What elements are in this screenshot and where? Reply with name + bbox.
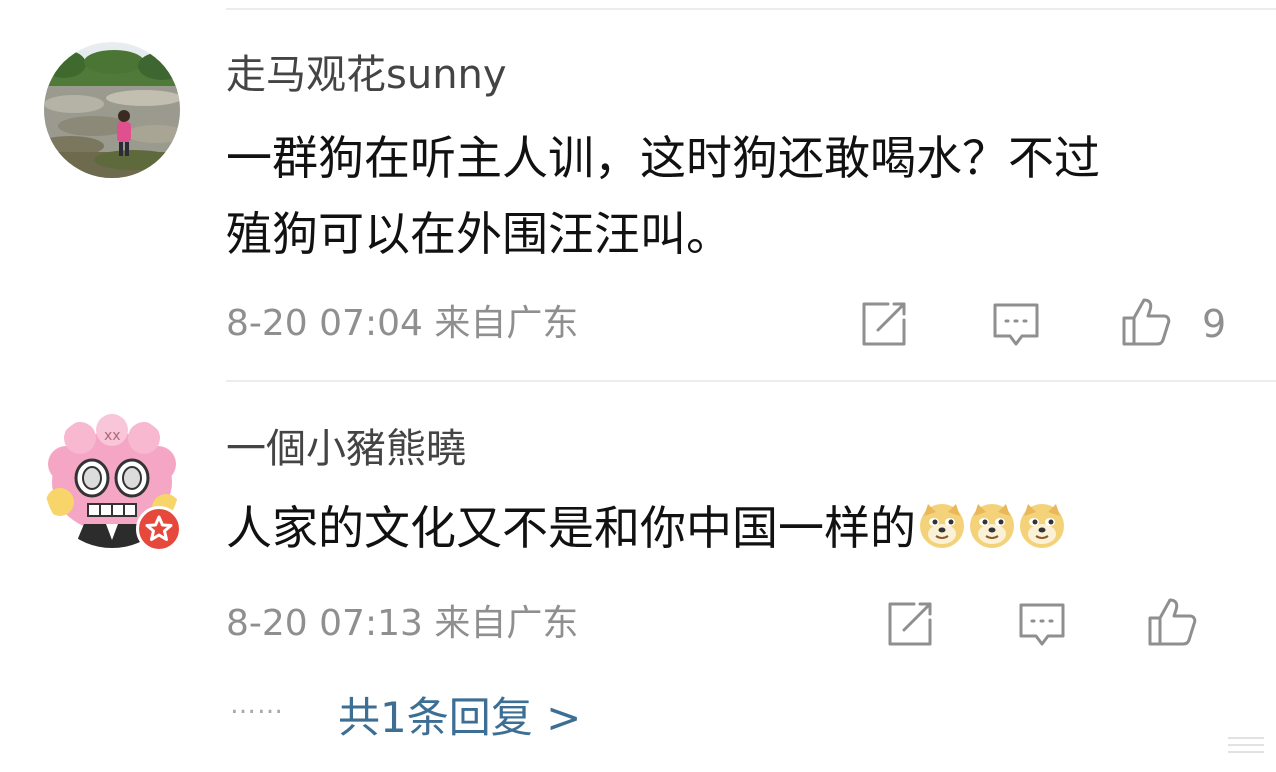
comment-meta: 8-20 07:04 来自广东: [226, 303, 579, 344]
comment-icon[interactable]: [990, 298, 1042, 350]
share-icon[interactable]: [858, 298, 910, 350]
user-avatar[interactable]: [44, 42, 180, 178]
comment-item: 走马观花sunny 一群狗在听主人训，这时狗还敢喝水？不过 殖狗可以在外围汪汪叫…: [0, 0, 1276, 380]
doge-emoji: [918, 502, 966, 550]
replies-dots: ……: [230, 690, 284, 720]
comment-item: xx 一個小豬熊曉 人家的文化又不是和你中国一样的 8-20 07:13 来自广…: [0, 382, 1276, 772]
like-icon[interactable]: [1146, 596, 1198, 648]
comment-list: 走马观花sunny 一群狗在听主人训，这时狗还敢喝水？不过 殖狗可以在外围汪汪叫…: [0, 0, 1276, 772]
doge-emoji: [968, 502, 1016, 550]
like-icon[interactable]: [1120, 296, 1172, 348]
doge-emoji: [1018, 502, 1066, 550]
like-count: 9: [1202, 302, 1227, 346]
username[interactable]: 一個小豬熊曉: [226, 424, 466, 474]
replies-row: …… 共1条回复 >: [230, 690, 581, 742]
svg-text:xx: xx: [104, 428, 121, 444]
watermark-lines-icon: [1226, 734, 1266, 756]
comment-text-line-1: 一群狗在听主人训，这时狗还敢喝水？不过: [226, 131, 1100, 185]
share-icon[interactable]: [884, 598, 936, 650]
verified-star-badge: [136, 506, 182, 552]
comment-text-body: 人家的文化又不是和你中国一样的: [226, 501, 916, 555]
comment-text: 人家的文化又不是和你中国一样的: [226, 490, 1066, 566]
comment-text-line-2: 殖狗可以在外围汪汪叫。: [226, 207, 732, 261]
username[interactable]: 走马观花sunny: [226, 50, 507, 100]
view-replies-link[interactable]: 共1条回复 >: [338, 690, 581, 746]
comment-meta: 8-20 07:13 来自广东: [226, 603, 579, 644]
comment-icon[interactable]: [1016, 598, 1068, 650]
